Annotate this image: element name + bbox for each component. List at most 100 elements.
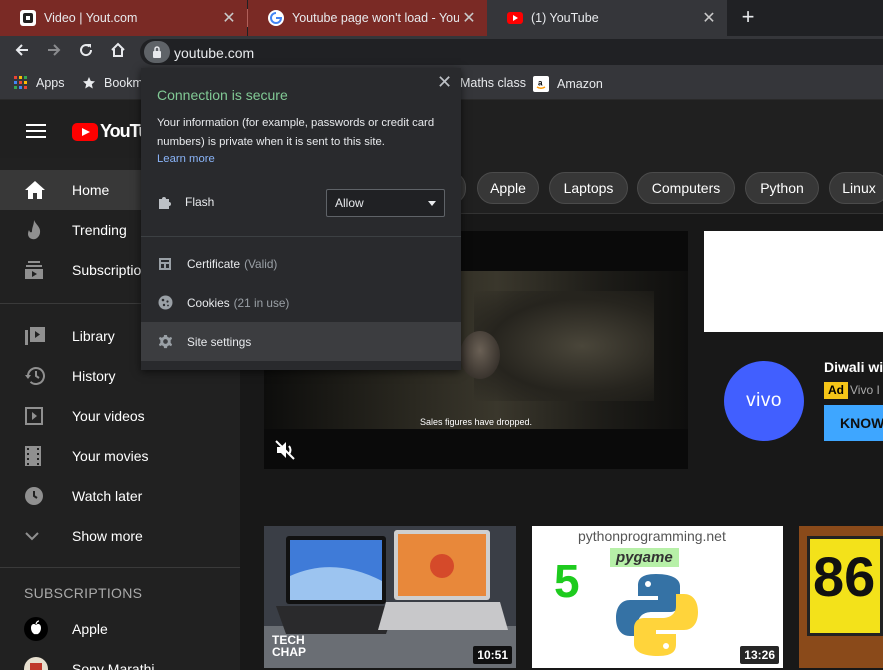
- close-tab-icon[interactable]: ✕: [219, 8, 239, 28]
- video-thumbnail-techchap[interactable]: TECH CHAP 10:51: [264, 526, 516, 668]
- popup-divider: [141, 236, 461, 237]
- url-text: youtube.com: [174, 45, 255, 61]
- site-settings-label: Site settings: [187, 334, 252, 349]
- close-tab-icon[interactable]: ✕: [699, 8, 719, 28]
- connection-secure-heading: Connection is secure: [157, 87, 288, 103]
- certificate-row[interactable]: Certificate (Valid): [141, 244, 461, 283]
- clock-icon: [0, 486, 72, 506]
- bookmark-label: Bookm: [104, 76, 143, 90]
- home-icon[interactable]: [106, 40, 130, 64]
- video-thumbnail-86[interactable]: 86: [799, 526, 883, 668]
- tab-youtube-help[interactable]: Youtube page won't load - YouTube ✕: [248, 0, 487, 36]
- certificate-status: (Valid): [244, 256, 278, 271]
- bookmark-label: Apps: [36, 76, 65, 90]
- ad-advertiser: Vivo I: [850, 383, 880, 397]
- vivo-logo[interactable]: vivo: [724, 361, 804, 441]
- bookmark-label: Maths class: [460, 76, 526, 90]
- back-icon[interactable]: [10, 40, 34, 64]
- close-tab-icon[interactable]: ✕: [459, 8, 479, 28]
- sidebar-item-your-movies[interactable]: Your movies: [0, 436, 240, 476]
- menu-icon[interactable]: [26, 124, 46, 142]
- ad-banner-image[interactable]: [704, 231, 883, 332]
- sidebar-item-label: Sony Marathi: [72, 661, 155, 670]
- svg-text:a: a: [538, 79, 543, 88]
- chip-apple[interactable]: Apple: [477, 172, 539, 204]
- flame-icon: [0, 219, 72, 241]
- site-info-popup: Connection is secure ✕ Your information …: [141, 68, 461, 370]
- film-icon: [0, 445, 72, 467]
- reload-icon[interactable]: [74, 40, 98, 64]
- apple-channel-avatar: [0, 617, 72, 641]
- tab-youtube-active[interactable]: (1) YouTube ✕: [487, 0, 727, 36]
- pythonprogramming-header: pythonprogramming.net: [578, 528, 726, 544]
- cookies-label: Cookies: [187, 295, 230, 310]
- sidebar-item-show-more[interactable]: Show more: [0, 516, 240, 556]
- sidebar-item-label: Your movies: [72, 448, 149, 464]
- bookmark-bookmarks[interactable]: Bookm: [82, 76, 143, 90]
- sidebar-item-label: Home: [72, 182, 110, 198]
- sidebar-item-label: Library: [72, 328, 115, 344]
- flash-label: Flash: [185, 195, 215, 209]
- youtube-favicon-icon: [507, 12, 523, 24]
- yout-favicon-icon: [20, 10, 36, 26]
- your-videos-icon: [0, 406, 72, 426]
- learn-more-link[interactable]: Learn more: [157, 153, 215, 165]
- cookie-icon: [141, 295, 187, 310]
- video-duration: 10:51: [473, 646, 512, 664]
- sidebar-item-label: Your videos: [72, 408, 145, 424]
- sidebar-item-watch-later[interactable]: Watch later: [0, 476, 240, 516]
- youtube-play-icon: [72, 122, 98, 141]
- browser-window: Video | Yout.com ✕ Youtube page won't lo…: [0, 0, 883, 670]
- chip-python[interactable]: Python: [745, 172, 819, 204]
- sidebar-item-label: Show more: [72, 528, 143, 544]
- techchap-overlay: TECH CHAP: [272, 633, 307, 659]
- site-settings-row[interactable]: Site settings: [141, 322, 461, 361]
- chip-computers[interactable]: Computers: [637, 172, 735, 204]
- apps-grid-icon: [14, 76, 28, 90]
- video-thumbnail-pygame[interactable]: pythonprogramming.net 5 pygame 13:26: [532, 526, 783, 668]
- certificate-label: Certificate: [187, 256, 241, 271]
- close-icon[interactable]: ✕: [437, 72, 452, 93]
- library-icon: [0, 326, 72, 346]
- amazon-icon: a: [533, 76, 549, 92]
- bookmark-apps[interactable]: Apps: [14, 76, 65, 90]
- chevron-down-icon: [0, 531, 72, 541]
- subscription-sony-marathi[interactable]: Sony Marathi: [0, 649, 240, 670]
- tab-title: Video | Yout.com: [44, 11, 138, 25]
- site-info-lock-icon[interactable]: [144, 41, 170, 63]
- ad-title[interactable]: Diwali wit: [824, 359, 883, 375]
- forward-icon[interactable]: [42, 40, 66, 64]
- episode-number: 5: [554, 555, 580, 607]
- browser-toolbar: youtube.com: [0, 36, 883, 68]
- flash-permission-value: Allow: [335, 196, 364, 210]
- pygame-tag: pygame: [610, 548, 679, 567]
- sidebar-item-label: History: [72, 368, 116, 384]
- cookies-row[interactable]: Cookies (21 in use): [141, 283, 461, 322]
- sidebar-item-label: Trending: [72, 222, 127, 238]
- subscriptions-heading: SUBSCRIPTIONS: [24, 585, 143, 601]
- tab-yout[interactable]: Video | Yout.com ✕: [0, 0, 247, 36]
- thumbnail-number: 86: [813, 545, 876, 608]
- sidebar-item-your-videos[interactable]: Your videos: [0, 396, 240, 436]
- chip-laptops[interactable]: Laptops: [549, 172, 628, 204]
- ad-cta-button[interactable]: KNOW: [824, 405, 883, 441]
- connection-info-text: Your information (for example, passwords…: [157, 117, 435, 148]
- new-tab-icon[interactable]: +: [736, 0, 760, 36]
- bookmark-amazon[interactable]: a Amazon: [533, 76, 603, 92]
- python-logo-icon: [616, 574, 698, 656]
- sidebar-divider: [0, 567, 240, 568]
- subscriptions-icon: [0, 260, 72, 280]
- bookmark-maths-class[interactable]: Maths class: [460, 76, 526, 90]
- subscription-apple[interactable]: Apple: [0, 609, 240, 649]
- sidebar-item-label: Watch later: [72, 488, 143, 504]
- dropdown-caret-icon: [428, 201, 436, 206]
- home-icon: [0, 180, 72, 200]
- video-caption: Sales figures have dropped.: [419, 417, 533, 427]
- google-favicon-icon: [268, 10, 284, 26]
- cookies-status: (21 in use): [233, 295, 290, 310]
- mute-icon[interactable]: [274, 439, 296, 466]
- chip-linux[interactable]: Linux: [829, 172, 883, 204]
- gear-icon: [141, 334, 187, 349]
- bookmark-label: Amazon: [557, 77, 603, 91]
- flash-permission-select[interactable]: Allow: [326, 189, 445, 217]
